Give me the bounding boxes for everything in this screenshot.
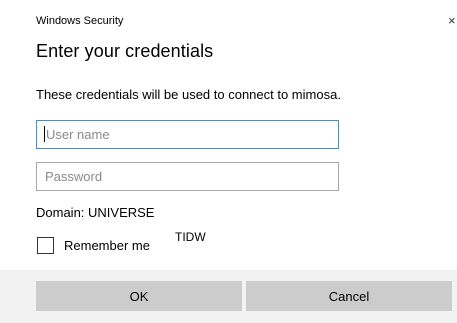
window-title: Windows Security bbox=[36, 15, 124, 27]
overlay-text: TIDW bbox=[175, 230, 206, 244]
ok-button[interactable]: OK bbox=[36, 281, 242, 311]
dialog-heading: Enter your credentials bbox=[36, 41, 214, 61]
remember-me-label[interactable]: Remember me bbox=[64, 238, 150, 253]
cancel-button[interactable]: Cancel bbox=[246, 281, 452, 311]
close-icon[interactable]: × bbox=[448, 13, 456, 28]
username-input[interactable] bbox=[36, 120, 339, 149]
credentials-dialog: Windows Security × Enter your credential… bbox=[0, 0, 457, 323]
dialog-message: These credentials will be used to connec… bbox=[36, 87, 341, 102]
domain-label: Domain: UNIVERSE bbox=[36, 205, 155, 220]
password-input[interactable] bbox=[36, 162, 339, 191]
remember-me-checkbox[interactable] bbox=[37, 237, 54, 254]
text-caret bbox=[44, 126, 45, 142]
